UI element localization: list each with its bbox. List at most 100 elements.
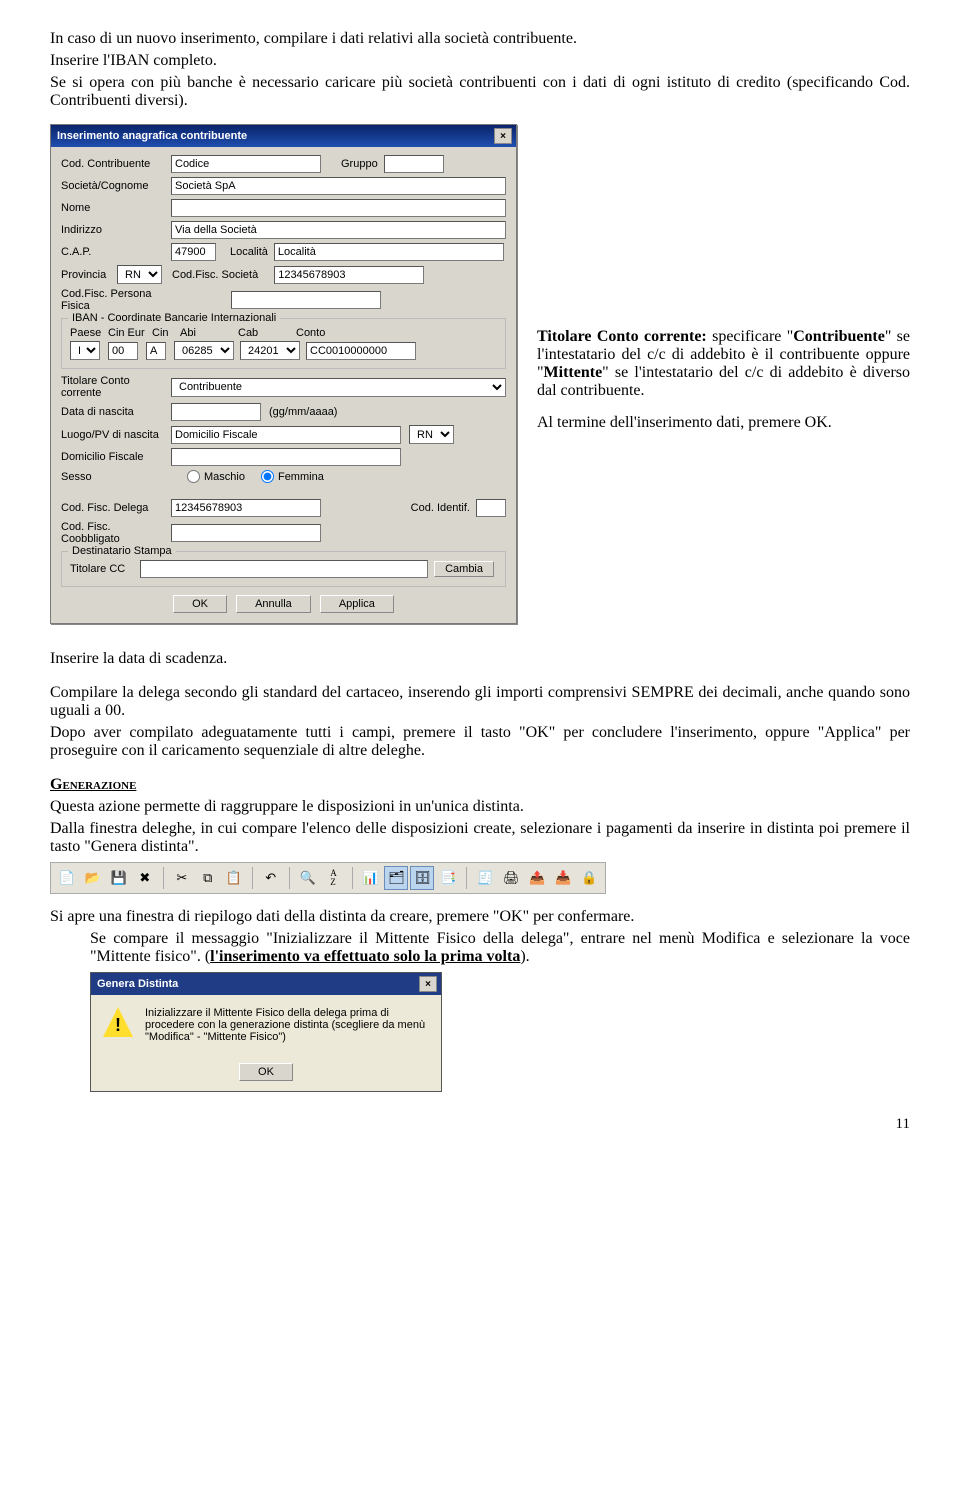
warning-icon: ! [103, 1007, 133, 1037]
cf-delega-input[interactable] [171, 499, 321, 517]
label-conto: Conto [296, 327, 325, 339]
save-icon[interactable]: 💾 [107, 866, 131, 890]
after-tb-p1: Si apre una finestra di riepilogo dati d… [50, 908, 910, 926]
msgbox-ok-button[interactable]: OK [239, 1063, 293, 1081]
domicilio-input[interactable] [171, 448, 401, 466]
luogo-nascita-input[interactable] [171, 426, 401, 444]
gruppo-input[interactable] [384, 155, 444, 173]
label-cap: C.A.P. [61, 246, 171, 258]
cab-select[interactable]: 24201 [240, 341, 300, 360]
label-cin: Cin [152, 327, 180, 339]
p-delega: Compilare la delega secondo gli standard… [50, 684, 910, 720]
close-icon[interactable]: × [494, 128, 512, 144]
label-indirizzo: Indirizzo [61, 224, 171, 236]
dialog-titlebar: Inserimento anagrafica contribuente × [51, 125, 516, 147]
abi-select[interactable]: 06285 [174, 341, 234, 360]
new-icon[interactable]: 📄 [55, 866, 79, 890]
conto-input[interactable] [306, 342, 416, 360]
cod-contribuente-input[interactable] [171, 155, 321, 173]
label-cab: Cab [238, 327, 296, 339]
export-icon[interactable]: 📤 [525, 866, 549, 890]
sort-icon[interactable]: AZ [322, 866, 346, 890]
right-p1c: Contribuente [793, 328, 885, 345]
iban-group: IBAN - Coordinate Bancarie Internazional… [61, 318, 506, 369]
label-cf-persona: Cod.Fisc. Persona Fisica [61, 288, 171, 312]
label-cf-societa: Cod.Fisc. Società [172, 269, 258, 281]
cf-societa-input[interactable] [274, 266, 424, 284]
msgbox-title: Genera Distinta [97, 978, 178, 990]
label-paese: Paese [70, 327, 108, 339]
date-hint: (gg/mm/aaaa) [269, 406, 337, 418]
titolare-select[interactable]: Contribuente [171, 378, 506, 397]
open-icon[interactable]: 📂 [81, 866, 105, 890]
dialog-title: Inserimento anagrafica contribuente [57, 130, 247, 142]
import-icon[interactable]: 📥 [551, 866, 575, 890]
form2-icon[interactable]: 🗄 [410, 866, 434, 890]
gen-p2: Dalla finestra deleghe, in cui compare l… [50, 820, 910, 856]
close-icon[interactable]: × [419, 976, 437, 992]
pv-nascita-select[interactable]: RN [409, 425, 454, 444]
indirizzo-input[interactable] [171, 221, 506, 239]
label-domicilio: Domicilio Fiscale [61, 451, 171, 463]
toolbar-separator [289, 867, 290, 889]
label-titolare-cc: Titolare CC [70, 563, 140, 575]
data-nascita-input[interactable] [171, 403, 261, 421]
delete-icon[interactable]: ✖ [133, 866, 157, 890]
report-icon[interactable]: 📑 [436, 866, 460, 890]
label-cineur: Cin Eur [108, 327, 152, 339]
right-p1b: specificare " [707, 328, 794, 345]
toolbar-separator [352, 867, 353, 889]
nome-input[interactable] [171, 199, 506, 217]
cut-icon[interactable]: ✂ [170, 866, 194, 890]
societa-input[interactable] [171, 177, 506, 195]
label-abi: Abi [180, 327, 238, 339]
label-gruppo: Gruppo [341, 158, 378, 170]
label-cf-delega: Cod. Fisc. Delega [61, 502, 171, 514]
cod-identif-input[interactable] [476, 499, 506, 517]
right-p2: Al termine dell'inserimento dati, premer… [537, 414, 910, 432]
msgbox-text: Inizializzare il Mittente Fisico della d… [145, 1007, 429, 1043]
iban-group-title: IBAN - Coordinate Bancarie Internazional… [68, 312, 280, 324]
paste-icon[interactable]: 📋 [222, 866, 246, 890]
generazione-heading: Generazione [50, 776, 136, 793]
label-titolare: Titolare Conto corrente [61, 375, 171, 399]
sesso-femmina-radio[interactable] [261, 470, 274, 483]
undo-icon[interactable]: ↶ [259, 866, 283, 890]
label-maschio: Maschio [204, 471, 245, 483]
lock-icon[interactable]: 🔒 [577, 866, 601, 890]
distinta-toolbar: 📄 📂 💾 ✖ ✂ ⧉ 📋 ↶ 🔍 AZ 📊 🗂 🗄 📑 🧾 🖨 📤 📥 🔒 [50, 862, 606, 894]
genera-distinta-icon[interactable]: 🧾 [473, 866, 497, 890]
toolbar-separator [252, 867, 253, 889]
right-p1-strong: Titolare Conto corrente: [537, 328, 707, 345]
label-cod-contribuente: Cod. Contribuente [61, 158, 171, 170]
cap-input[interactable] [171, 243, 216, 261]
genera-distinta-msgbox: Genera Distinta × ! Inizializzare il Mit… [90, 972, 442, 1092]
label-cod-identif: Cod. Identif. [411, 502, 470, 514]
dest-titolare-cc-input[interactable] [140, 560, 428, 578]
after-tb-p2b: l'inserimento va effettuato solo la prim… [210, 948, 520, 965]
form1-icon[interactable]: 🗂 [384, 866, 408, 890]
applica-button[interactable]: Applica [320, 595, 394, 613]
copy-icon[interactable]: ⧉ [196, 866, 220, 890]
cf-coobbligato-input[interactable] [171, 524, 321, 542]
label-cf-coobbligato: Cod. Fisc. Coobbligato [61, 521, 171, 545]
provincia-select[interactable]: RN [117, 265, 162, 284]
dest-stampa-group: Destinatario Stampa Titolare CC Cambia [61, 551, 506, 587]
ok-button[interactable]: OK [173, 595, 227, 613]
right-column-text: Titolare Conto corrente: specificare "Co… [537, 328, 910, 436]
cineur-input[interactable] [108, 342, 138, 360]
annulla-button[interactable]: Annulla [236, 595, 311, 613]
print-icon[interactable]: 🖨 [499, 866, 523, 890]
sesso-maschio-radio[interactable] [187, 470, 200, 483]
intro-p2: Inserire l'IBAN completo. [50, 52, 910, 70]
label-sesso: Sesso [61, 471, 171, 483]
cf-persona-input[interactable] [231, 291, 381, 309]
page-number: 11 [50, 1116, 910, 1133]
find-icon[interactable]: 🔍 [296, 866, 320, 890]
paese-select[interactable]: IT [70, 341, 100, 360]
filter-icon[interactable]: 📊 [359, 866, 383, 890]
after-tb-p2c: ). [520, 948, 529, 965]
localita-input[interactable] [274, 243, 504, 261]
cin-input[interactable] [146, 342, 166, 360]
cambia-button[interactable]: Cambia [434, 561, 494, 577]
